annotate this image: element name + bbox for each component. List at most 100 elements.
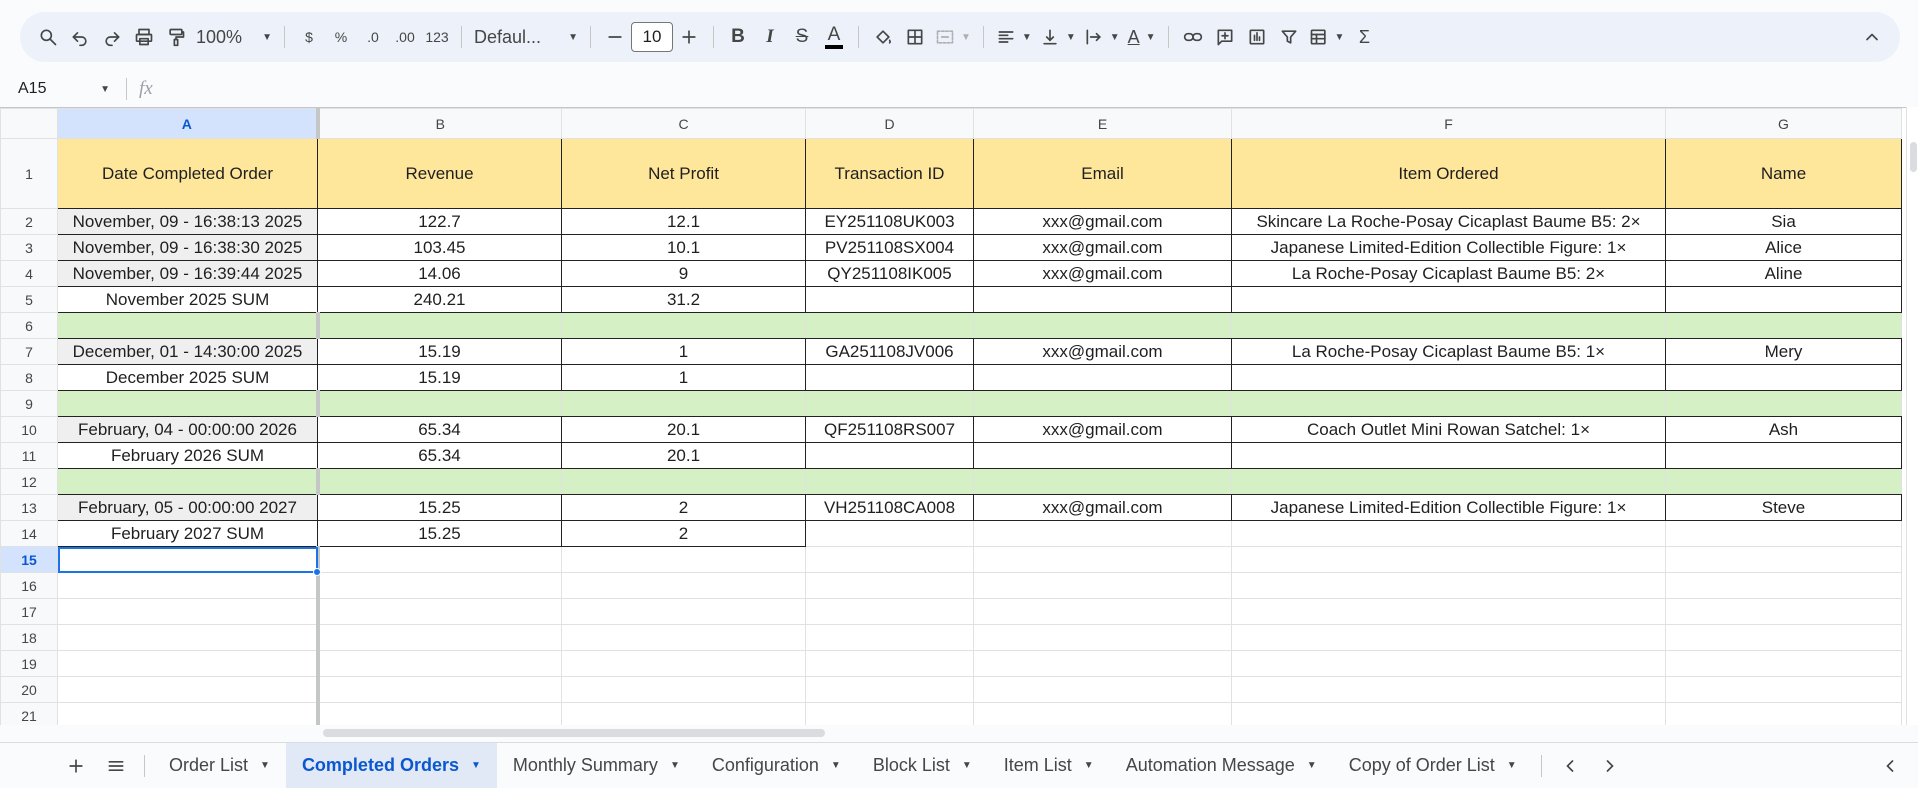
chevron-down-icon[interactable]: ▼	[260, 760, 270, 771]
cell[interactable]	[561, 598, 806, 625]
cell[interactable]: November, 09 - 16:38:13 2025	[57, 208, 318, 235]
cell[interactable]: xxx@gmail.com	[973, 494, 1232, 521]
cell[interactable]	[1231, 390, 1666, 417]
cell[interactable]: 1	[561, 364, 806, 391]
cell[interactable]	[561, 676, 806, 703]
chevron-down-icon[interactable]: ▼	[670, 760, 680, 771]
cell[interactable]	[317, 546, 562, 573]
cell[interactable]	[1231, 520, 1666, 547]
row-header[interactable]: 18	[0, 624, 58, 651]
cell[interactable]	[805, 312, 974, 339]
row-header[interactable]: 9	[0, 390, 58, 417]
create-filter-button[interactable]	[1273, 21, 1305, 53]
cell[interactable]	[561, 572, 806, 599]
cell[interactable]	[973, 364, 1232, 391]
undo-button[interactable]	[64, 21, 96, 53]
text-color-button[interactable]: A	[818, 21, 850, 53]
chevron-down-icon[interactable]: ▼	[1084, 760, 1094, 771]
cell[interactable]	[805, 676, 974, 703]
cell[interactable]	[1231, 442, 1666, 469]
cell[interactable]	[805, 468, 974, 495]
cell[interactable]: 15.19	[317, 338, 562, 365]
cell[interactable]: Ash	[1665, 416, 1902, 443]
row-header[interactable]: 7	[0, 338, 58, 365]
all-sheets-button[interactable]	[96, 748, 136, 784]
chevron-down-icon[interactable]: ▼	[831, 760, 841, 771]
sheet-tab[interactable]: Copy of Order List ▼	[1333, 743, 1533, 788]
cell[interactable]	[1665, 312, 1902, 339]
column-header-d[interactable]: D	[805, 108, 974, 139]
paint-format-button[interactable]	[160, 21, 192, 53]
strikethrough-button[interactable]: S	[786, 21, 818, 53]
add-sheet-button[interactable]	[56, 748, 96, 784]
cell[interactable]: EY251108UK003	[805, 208, 974, 235]
explore-panel-toggle[interactable]	[1870, 748, 1910, 784]
cell[interactable]: November, 09 - 16:38:30 2025	[57, 234, 318, 261]
cell[interactable]: QY251108IK005	[805, 260, 974, 287]
chevron-down-icon[interactable]: ▼	[1307, 760, 1317, 771]
cell[interactable]: 20.1	[561, 442, 806, 469]
cell[interactable]	[973, 650, 1232, 677]
cell[interactable]	[57, 702, 320, 725]
cell[interactable]	[561, 468, 806, 495]
row-header[interactable]: 1	[0, 138, 58, 209]
horizontal-align-button[interactable]: ▼	[992, 21, 1036, 53]
cell[interactable]: 65.34	[317, 442, 562, 469]
cell[interactable]	[805, 650, 974, 677]
row-header[interactable]: 16	[0, 572, 58, 599]
sheet-tab[interactable]: Item List ▼	[988, 743, 1110, 788]
cell[interactable]: November, 09 - 16:39:44 2025	[57, 260, 318, 287]
cell[interactable]	[1231, 598, 1666, 625]
cell[interactable]: 2	[561, 520, 806, 547]
cell[interactable]	[805, 286, 974, 313]
fill-handle[interactable]	[313, 568, 321, 576]
cell[interactable]: 1	[561, 338, 806, 365]
cell[interactable]: xxx@gmail.com	[973, 338, 1232, 365]
cell[interactable]: La Roche-Posay Cicaplast Baume B5: 1×	[1231, 338, 1666, 365]
cell[interactable]: Steve	[1665, 494, 1902, 521]
cell[interactable]	[57, 390, 320, 417]
cell[interactable]	[1665, 676, 1902, 703]
cell[interactable]	[1231, 468, 1666, 495]
number-format-button[interactable]: 123	[421, 21, 453, 53]
name-box[interactable]: A15 ▼	[0, 75, 120, 103]
print-button[interactable]	[128, 21, 160, 53]
cell[interactable]	[1665, 364, 1902, 391]
currency-format-button[interactable]: $	[293, 21, 325, 53]
cell[interactable]	[317, 572, 562, 599]
scroll-tabs-right-button[interactable]	[1590, 748, 1630, 784]
cell[interactable]	[317, 312, 562, 339]
cell[interactable]	[805, 442, 974, 469]
cell[interactable]	[1665, 390, 1902, 417]
cell[interactable]	[973, 624, 1232, 651]
row-header[interactable]: 4	[0, 260, 58, 287]
cell[interactable]: xxx@gmail.com	[973, 234, 1232, 261]
cell[interactable]: 15.19	[317, 364, 562, 391]
insert-chart-button[interactable]	[1241, 21, 1273, 53]
header-cell[interactable]: Date Completed Order	[57, 138, 318, 209]
cell[interactable]	[317, 598, 562, 625]
column-header-a[interactable]: A	[57, 108, 320, 139]
column-header-e[interactable]: E	[973, 108, 1232, 139]
cell[interactable]	[973, 520, 1232, 547]
percent-format-button[interactable]: %	[325, 21, 357, 53]
column-header-f[interactable]: F	[1231, 108, 1666, 139]
cell[interactable]	[1665, 468, 1902, 495]
row-header[interactable]: 21	[0, 702, 58, 725]
cell[interactable]	[973, 312, 1232, 339]
sheet-tab[interactable]: Order List ▼	[153, 743, 286, 788]
cell[interactable]	[317, 676, 562, 703]
cell[interactable]: 15.25	[317, 494, 562, 521]
cell[interactable]: 14.06	[317, 260, 562, 287]
cell[interactable]	[805, 520, 974, 547]
cell[interactable]	[805, 702, 974, 725]
search-menus-button[interactable]	[32, 21, 64, 53]
horizontal-scrollbar[interactable]	[320, 726, 1880, 740]
cell[interactable]	[1665, 572, 1902, 599]
cell[interactable]: Mery	[1665, 338, 1902, 365]
cell[interactable]: 103.45	[317, 234, 562, 261]
cell[interactable]: Aline	[1665, 260, 1902, 287]
cell[interactable]	[1231, 286, 1666, 313]
cell[interactable]	[973, 546, 1232, 573]
cell[interactable]: 10.1	[561, 234, 806, 261]
